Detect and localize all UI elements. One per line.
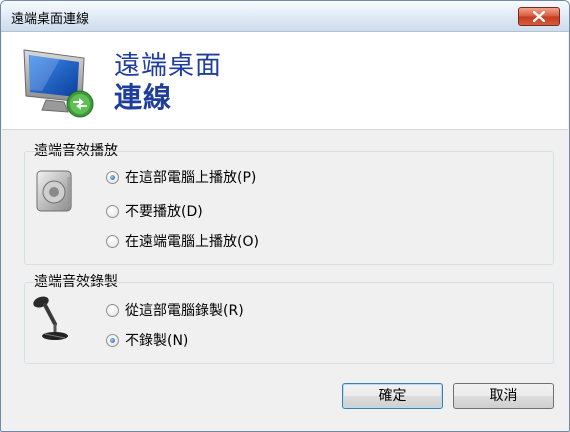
title-bar[interactable]: 遠端桌面連線 [1, 1, 569, 32]
record-from-this-computer-option[interactable]: 從這部電腦錄製(R) [106, 300, 244, 320]
close-button[interactable] [518, 7, 560, 26]
radio-label: 不錄製(N) [125, 333, 189, 349]
app-name-line2: 連線 [114, 81, 173, 114]
ok-button[interactable]: 確定 [342, 383, 443, 409]
play-on-this-computer-option[interactable]: 在這部電腦上播放(P) [106, 167, 256, 187]
window-title: 遠端桌面連線 [11, 12, 90, 27]
cancel-button[interactable]: 取消 [453, 383, 554, 409]
radio-button[interactable] [106, 234, 119, 248]
radio-label: 從這部電腦錄製(R) [125, 303, 244, 319]
dialog-window: 遠端桌面連線 遠端桌面 連線 遠端音效播放 在這部電腦上播放(P) 不要播放(D… [0, 0, 570, 432]
do-not-play-option[interactable]: 不要播放(D) [106, 201, 203, 221]
radio-button-checked[interactable] [106, 333, 119, 347]
recording-group [24, 282, 554, 364]
radio-button[interactable] [106, 303, 119, 317]
remote-desktop-icon [23, 49, 94, 118]
radio-button-checked[interactable] [106, 170, 119, 184]
microphone-icon [33, 296, 68, 340]
playback-group [24, 151, 554, 265]
dialog-header: 遠端桌面 連線 [2, 32, 568, 130]
radio-label: 在這部電腦上播放(P) [125, 170, 257, 186]
speaker-icon [36, 170, 72, 212]
close-icon [533, 11, 545, 22]
radio-label: 在遠端電腦上播放(O) [125, 234, 259, 250]
radio-label: 不要播放(D) [125, 204, 203, 220]
play-on-remote-computer-option[interactable]: 在遠端電腦上播放(O) [106, 231, 259, 251]
radio-button[interactable] [106, 204, 119, 218]
do-not-record-option[interactable]: 不錄製(N) [106, 330, 188, 350]
